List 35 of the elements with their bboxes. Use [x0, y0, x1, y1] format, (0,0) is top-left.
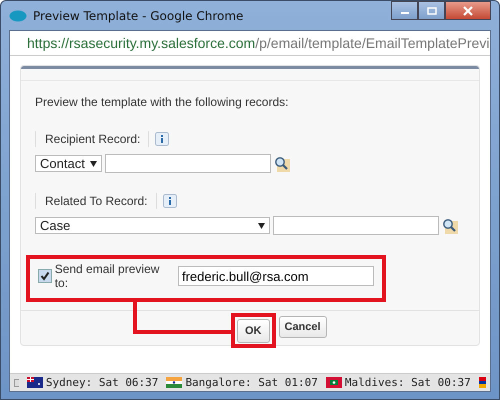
clock-text: Sydney: Sat 06:37: [46, 376, 158, 389]
record-type-select[interactable]: Case: [35, 217, 270, 234]
record-input[interactable]: [273, 216, 439, 235]
field-label: Related To Record:: [35, 193, 157, 209]
flag-icon: [326, 377, 342, 388]
info-icon[interactable]: [155, 132, 170, 146]
flag-icon: [26, 377, 43, 388]
flag-icon: [478, 377, 486, 388]
info-icon[interactable]: [162, 194, 177, 208]
send-preview-checkbox[interactable]: [38, 269, 52, 283]
minimize-button[interactable]: [391, 1, 418, 20]
cloud-icon: [9, 10, 27, 22]
intro-text: Preview the template with the following records:: [35, 95, 290, 109]
lookup-icon[interactable]: [442, 218, 458, 234]
checkmark-icon: [40, 271, 50, 281]
address-bar[interactable]: https://rsasecurity.my.salesforce.com/p/email/template/EmailTemplatePrevi: [10, 31, 490, 56]
field-label: Recipient Record:: [35, 131, 150, 147]
record-type-select[interactable]: Contact: [35, 155, 102, 172]
flag-icon: [166, 377, 182, 388]
lookup-icon[interactable]: [274, 156, 290, 172]
ok-button[interactable]: OK: [237, 319, 270, 343]
record-input[interactable]: [105, 154, 271, 173]
url-text: https://rsasecurity.my.salesforce.com/p/email/template/EmailTemplatePrevi: [27, 35, 490, 51]
close-icon: [462, 6, 474, 16]
close-button[interactable]: [445, 1, 491, 20]
maximize-icon: [426, 6, 436, 14]
dropdown-icon: [258, 222, 265, 228]
maximize-button[interactable]: [418, 1, 445, 20]
clock-text: Bangalore: Sat 01:07: [185, 376, 318, 389]
dropdown-icon: [90, 160, 97, 166]
cancel-button[interactable]: Cancel: [278, 316, 327, 338]
clock-text: Maldives: Sat 00:37: [344, 376, 471, 389]
email-input[interactable]: frederic.bull@rsa.com: [178, 266, 374, 286]
send-preview-label: Send email preview to:: [54, 262, 160, 290]
window-title: Preview Template - Google Chrome: [33, 8, 244, 22]
